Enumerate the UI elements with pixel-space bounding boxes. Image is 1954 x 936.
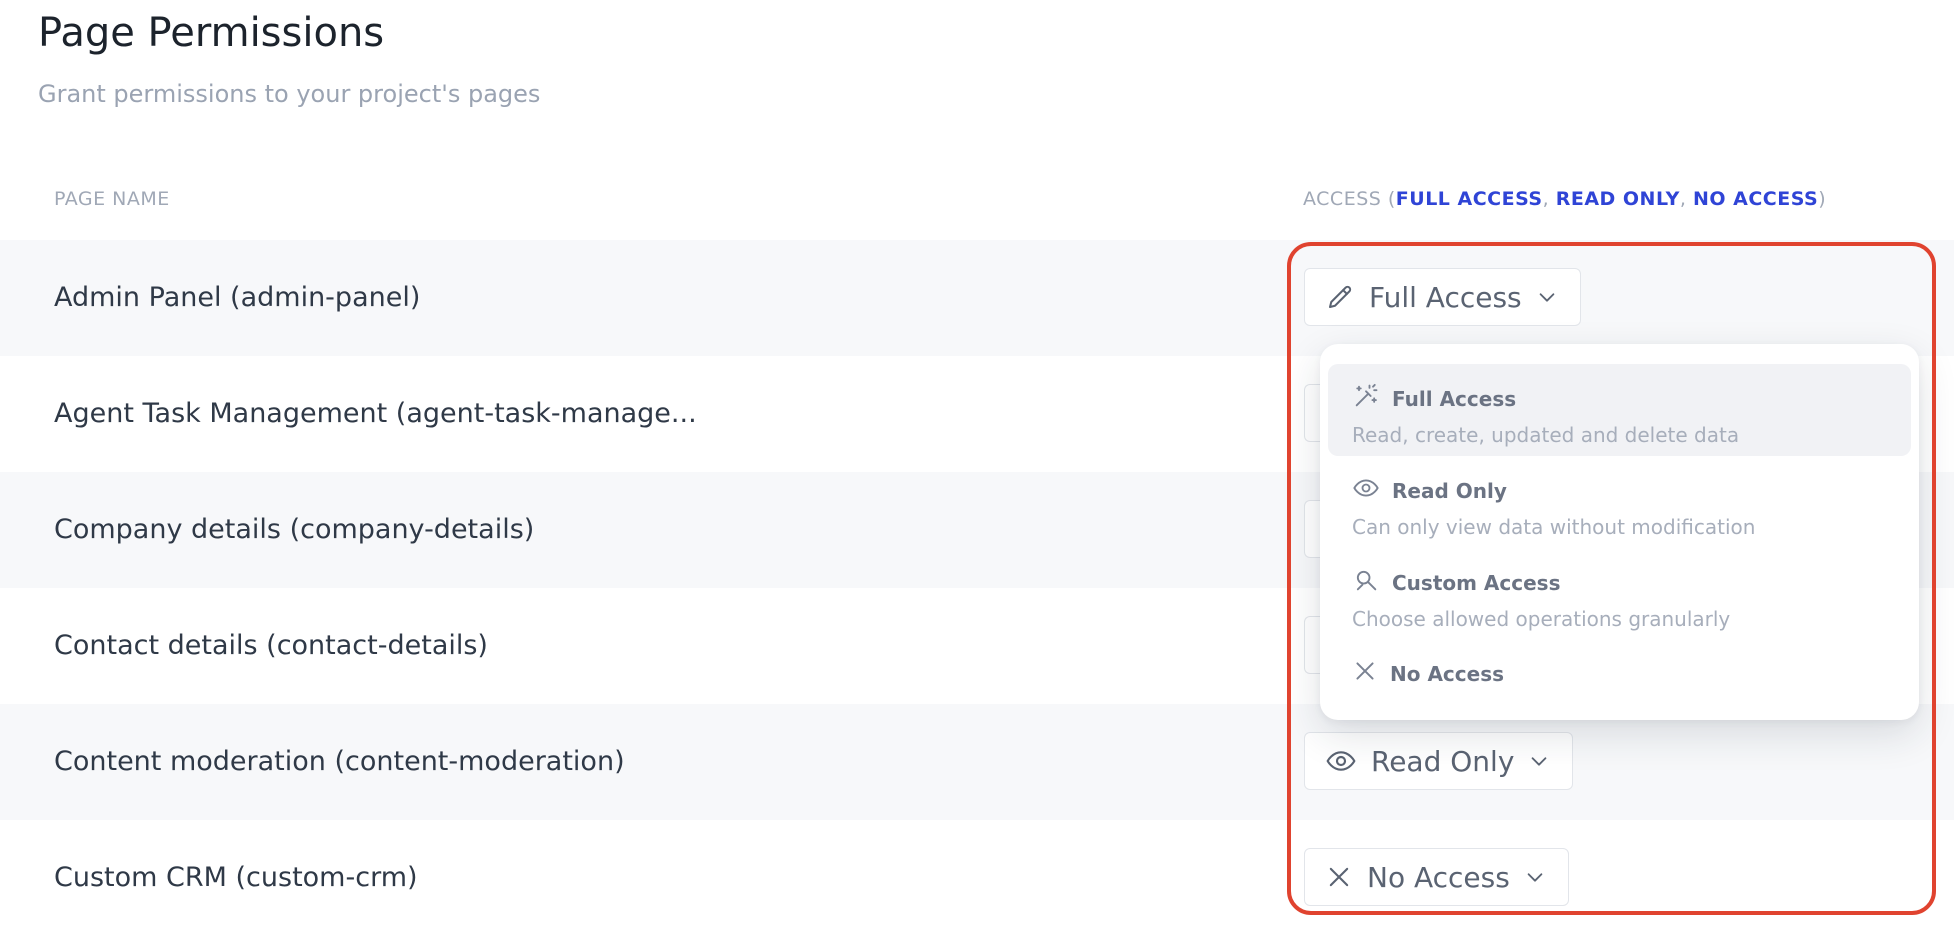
access-header-separator: , (1542, 188, 1556, 210)
column-header-page-name: PAGE NAME (54, 188, 170, 210)
access-select-value: Full Access (1369, 280, 1522, 314)
chevron-down-icon (1536, 286, 1558, 308)
page-name-label: Contact details (contact-details) (54, 630, 488, 661)
chevron-down-icon (1524, 866, 1546, 888)
access-dropdown-menu: Full Access Read, create, updated and de… (1320, 344, 1919, 720)
dropdown-option-label: Read Only (1392, 478, 1507, 503)
table-row: Custom CRM (custom-crm) No Access (0, 820, 1954, 936)
page-name-label: Agent Task Management (agent-task-manage… (54, 398, 697, 429)
eye-icon (1325, 745, 1357, 777)
dropdown-option-no-access[interactable]: No Access (1328, 642, 1911, 702)
dropdown-option-label: Full Access (1392, 386, 1517, 411)
dropdown-option-description: Choose allowed operations granularly (1352, 607, 1731, 631)
access-header-full-access: FULL ACCESS (1395, 188, 1543, 210)
x-icon (1352, 658, 1378, 689)
access-select-admin-panel[interactable]: Full Access (1304, 268, 1581, 326)
dropdown-option-read-only[interactable]: Read Only Can only view data without mod… (1328, 456, 1911, 548)
dropdown-option-label: No Access (1390, 661, 1505, 686)
page-title: Page Permissions (38, 10, 385, 56)
page-name-label: Admin Panel (admin-panel) (54, 282, 421, 313)
dropdown-option-description: Read, create, updated and delete data (1352, 423, 1740, 447)
page-name-label: Company details (company-details) (54, 514, 535, 545)
access-select-content-moderation[interactable]: Read Only (1304, 732, 1574, 790)
chevron-down-icon (1528, 750, 1550, 772)
pencil-icon (1325, 282, 1355, 312)
access-header-prefix: ACCESS ( (1303, 188, 1396, 210)
access-header-separator: , (1679, 188, 1693, 210)
custom-tool-icon (1352, 566, 1380, 599)
access-header-no-access: NO ACCESS (1692, 188, 1819, 210)
page-name-label: Custom CRM (custom-crm) (54, 862, 418, 893)
page-name-label: Content moderation (content-moderation) (54, 746, 625, 777)
access-select-value: Read Only (1371, 744, 1515, 778)
access-select-value: No Access (1367, 860, 1510, 894)
table-row: Content moderation (content-moderation) … (0, 704, 1954, 820)
dropdown-option-full-access[interactable]: Full Access Read, create, updated and de… (1328, 364, 1911, 456)
x-icon (1325, 863, 1353, 891)
dropdown-option-label: Custom Access (1392, 570, 1561, 595)
table-row: Admin Panel (admin-panel) Full Access (0, 240, 1954, 356)
magic-wand-icon (1352, 382, 1380, 415)
column-header-access: ACCESS (FULL ACCESS, READ ONLY, NO ACCES… (1303, 188, 1826, 210)
access-select-custom-crm[interactable]: No Access (1304, 848, 1569, 906)
page-subtitle: Grant permissions to your project's page… (38, 80, 541, 108)
eye-icon (1352, 474, 1380, 507)
access-header-suffix: ) (1818, 188, 1827, 210)
access-header-read-only: READ ONLY (1555, 188, 1680, 210)
dropdown-option-custom-access[interactable]: Custom Access Choose allowed operations … (1328, 548, 1911, 640)
dropdown-option-description: Can only view data without modification (1352, 515, 1756, 539)
